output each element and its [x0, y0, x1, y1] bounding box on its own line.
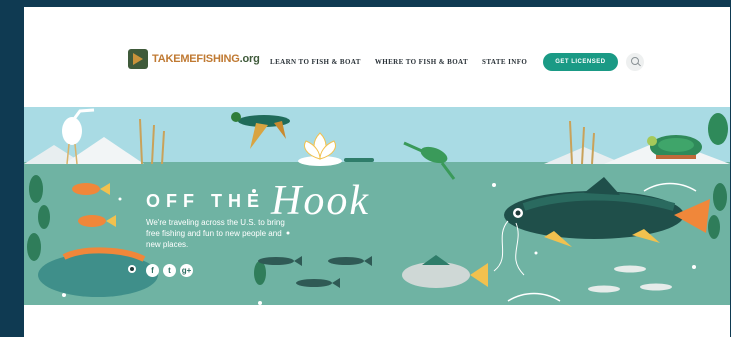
- frog-illustration: [403, 141, 456, 180]
- logo-badge-icon: [128, 49, 148, 69]
- hero-title-prefix: OFF THE: [146, 190, 265, 211]
- catfish-illustration: [493, 177, 710, 276]
- hero-description: We're traveling across the U.S. to bring…: [146, 218, 285, 249]
- logo-text: TAKEMEFISHING.org: [152, 53, 260, 65]
- logo-text-main: TAKEMEFISHING: [152, 53, 240, 65]
- google-plus-icon[interactable]: g+: [180, 264, 193, 277]
- nav-state-info[interactable]: STATE INFO: [482, 58, 527, 66]
- small-fish-group: [258, 256, 372, 288]
- hero-illustration: [24, 108, 730, 305]
- large-fish-illustration: [38, 247, 158, 297]
- search-icon[interactable]: [625, 53, 644, 71]
- twitter-icon[interactable]: t: [163, 264, 176, 277]
- get-licensed-button[interactable]: GET LICENSED: [543, 53, 618, 71]
- web-page: TAKEMEFISHING.org LEARN TO FISH & BOAT W…: [24, 7, 730, 337]
- logo-text-suffix: .org: [239, 53, 260, 65]
- grey-fish-illustration: [402, 255, 488, 288]
- orange-fish-illustration: [72, 183, 116, 227]
- minnow-group: [588, 265, 672, 293]
- site-logo[interactable]: TAKEMEFISHING.org: [128, 48, 260, 70]
- main-nav: LEARN TO FISH & BOAT WHERE TO FISH & BOA…: [270, 53, 644, 71]
- social-links: f t g+: [146, 264, 197, 277]
- lotus-illustration: [298, 132, 374, 166]
- nav-learn-to-fish[interactable]: LEARN TO FISH & BOAT: [270, 58, 361, 66]
- hero-banner: OFF THE Hook We're traveling across the …: [24, 107, 730, 305]
- nav-where-to-fish[interactable]: WHERE TO FISH & BOAT: [375, 58, 468, 66]
- duck-illustration: [231, 112, 290, 149]
- facebook-icon[interactable]: f: [146, 264, 159, 277]
